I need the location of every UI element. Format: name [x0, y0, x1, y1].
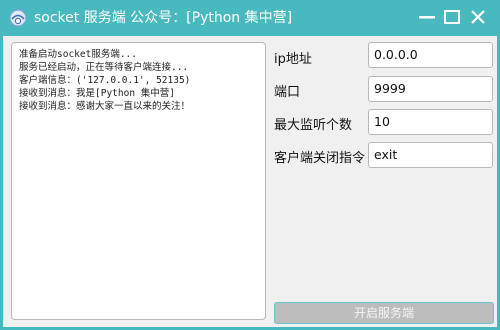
log-line: 准备启动socket服务端... [19, 49, 137, 60]
close-command-input[interactable]: exit [368, 142, 493, 168]
minimize-icon[interactable] [416, 6, 438, 28]
port-input[interactable]: 9999 [368, 76, 493, 102]
max-listen-input[interactable]: 10 [368, 109, 493, 135]
ip-label: ip地址 [274, 52, 312, 67]
log-output-area[interactable]: 准备启动socket服务端... 服务已经启动，正在等待客户端连接... 客户端… [11, 42, 266, 320]
log-line: 接收到消息：感谢大家一直以来的关注！ [19, 101, 191, 112]
port-label: 端口 [274, 85, 301, 100]
title-bar[interactable]: socket 服务端 公众号：[Python 集中营] [0, 0, 500, 36]
window-title: socket 服务端 公众号：[Python 集中营] [34, 10, 293, 26]
app-logo-icon [9, 9, 27, 27]
start-server-button[interactable]: 开启服务端 [274, 302, 494, 324]
ip-input[interactable]: 0.0.0.0 [368, 42, 493, 68]
maximize-icon[interactable] [441, 6, 463, 28]
app-window: socket 服务端 公众号：[Python 集中营] 准备启动socket服务… [0, 0, 500, 330]
close-icon[interactable] [467, 6, 489, 28]
log-line: 服务已经启动，正在等待客户端连接... [19, 62, 189, 73]
log-line: 接收到消息：我是[Python 集中营] [19, 88, 175, 99]
log-line: 客户端信息：('127.0.0.1', 52135) [19, 75, 191, 86]
max-listen-label: 最大监听个数 [274, 118, 353, 133]
close-command-label: 客户端关闭指令 [274, 151, 366, 166]
